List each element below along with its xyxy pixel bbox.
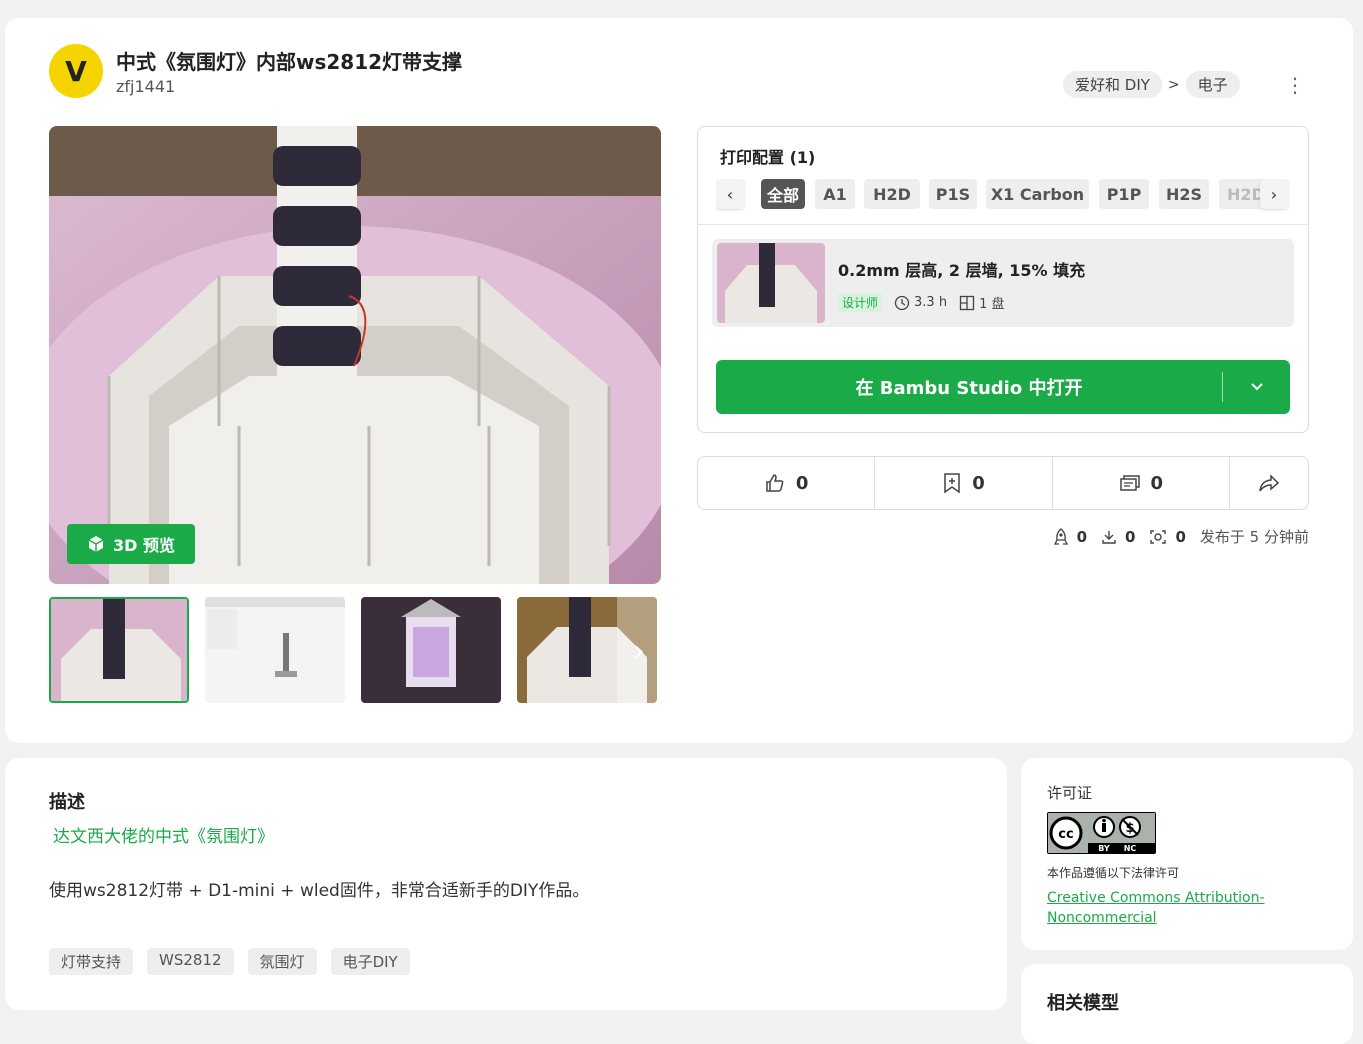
more-options-icon[interactable]: ⋮ xyxy=(1285,73,1305,97)
download-icon xyxy=(1102,530,1116,544)
plate-count-value: 1 盘 xyxy=(979,297,1005,312)
profile-thumbnail xyxy=(717,243,825,323)
description-source-link[interactable]: 达文西大佬的中式《氛围灯》 xyxy=(53,822,274,847)
profile-meta: 设计师 3.3 h 1 盘 xyxy=(838,293,1004,312)
comment-button[interactable]: 0 xyxy=(1053,457,1230,509)
cc-by-nc-badge: cc $ BY NC xyxy=(1047,812,1156,854)
3d-preview-button[interactable]: 3D 预览 xyxy=(67,524,195,564)
tag-item[interactable]: 灯带支持 xyxy=(49,948,134,975)
related-models-card: 相关模型 xyxy=(1021,964,1353,1044)
model-meta-line: 0 0 0 发布于 5 分钟前 xyxy=(1053,526,1309,547)
clock-icon xyxy=(894,295,910,310)
tag-list: 灯带支持 WS2812 氛围灯 电子DIY xyxy=(49,948,410,975)
open-button-label: 在 Bambu Studio 中打开 xyxy=(855,378,1083,399)
description-heading: 描述 xyxy=(49,792,85,813)
breadcrumb-separator: > xyxy=(1167,76,1180,93)
thumbnail-1[interactable] xyxy=(49,597,189,703)
svg-text:cc: cc xyxy=(1058,827,1073,842)
tag-item[interactable]: WS2812 xyxy=(147,948,234,975)
printer-filter: ‹ 全部 A1 H2D P1S X1 Carbon P1P H2S H2D › xyxy=(716,179,1296,211)
chevron-down-icon[interactable] xyxy=(1223,360,1290,414)
print-count: 0 xyxy=(1175,527,1186,546)
like-button[interactable]: 0 xyxy=(698,457,876,509)
like-count: 0 xyxy=(795,472,809,494)
engagement-bar: 0 0 0 xyxy=(697,456,1309,510)
divider xyxy=(698,224,1308,225)
license-link[interactable]: Creative Commons Attribution-Noncommerci… xyxy=(1047,888,1287,928)
license-note: 本作品遵循以下法律许可 xyxy=(1047,866,1180,880)
plate-count: 1 盘 xyxy=(959,293,1004,312)
tag-item[interactable]: 氛围灯 xyxy=(247,948,317,975)
print-config-panel: 打印配置 (1) ‹ 全部 A1 H2D P1S X1 Carbon P1P H… xyxy=(697,126,1309,433)
chevron-right-icon[interactable]: › xyxy=(1260,179,1288,209)
share-button[interactable] xyxy=(1230,457,1308,509)
license-card: 许可证 cc $ BY NC 本作品遵循以下法律许可 Creative Comm… xyxy=(1021,758,1353,950)
comment-count: 0 xyxy=(1150,472,1164,494)
description-body: 使用ws2812灯带 + D1-mini + wled固件，非常合适新手的DIY… xyxy=(49,881,590,901)
license-heading: 许可证 xyxy=(1047,784,1093,802)
profile-name: 0.2mm 层高, 2 层墙, 15% 填充 xyxy=(838,261,1086,280)
breadcrumb-category[interactable]: 爱好和 DIY xyxy=(1063,71,1162,98)
collect-count: 0 xyxy=(972,472,985,494)
model-header-card: V 中式《氛围灯》内部ws2812灯带支撑 zfj1441 爱好和 DIY > … xyxy=(5,18,1353,743)
print-count-icon xyxy=(1150,529,1167,544)
printer-chip-h2d[interactable]: H2D xyxy=(864,179,920,209)
published-time: 发布于 5 分钟前 xyxy=(1199,528,1309,546)
collect-button[interactable]: 0 xyxy=(875,457,1053,509)
print-time: 3.3 h xyxy=(894,295,947,311)
printer-chip-all[interactable]: 全部 xyxy=(761,179,805,209)
chevron-left-icon[interactable]: ‹ xyxy=(716,179,744,209)
related-models-heading: 相关模型 xyxy=(1047,993,1119,1014)
main-model-image[interactable]: 3D 预览 xyxy=(49,126,661,584)
printer-chip-p1s[interactable]: P1S xyxy=(929,179,977,209)
description-card: 描述 达文西大佬的中式《氛围灯》 使用ws2812灯带 + D1-mini + … xyxy=(5,758,1007,1010)
svg-text:BY: BY xyxy=(1098,844,1110,853)
printer-chip-x1-carbon[interactable]: X1 Carbon xyxy=(986,179,1089,209)
print-config-title: 打印配置 (1) xyxy=(720,148,816,167)
thumbs-up-icon xyxy=(766,474,784,492)
print-profile-card[interactable]: 0.2mm 层高, 2 层墙, 15% 填充 设计师 3.3 h 1 盘 xyxy=(712,239,1294,327)
3d-preview-label: 3D 预览 xyxy=(113,536,175,555)
tag-item[interactable]: 电子DIY xyxy=(330,948,410,975)
open-in-bambu-studio-button[interactable]: 在 Bambu Studio 中打开 xyxy=(716,360,1290,414)
bookmark-add-icon xyxy=(944,473,960,494)
designer-badge: 设计师 xyxy=(838,293,883,312)
download-count: 0 xyxy=(1125,527,1136,546)
printer-chip-p1p[interactable]: P1P xyxy=(1099,179,1149,209)
thumbnail-3[interactable] xyxy=(361,597,501,703)
thumbnail-next-icon[interactable]: › xyxy=(617,597,661,705)
plate-icon xyxy=(959,295,975,310)
svg-text:NC: NC xyxy=(1124,844,1137,853)
print-time-value: 3.3 h xyxy=(914,295,948,310)
printer-chip-a1[interactable]: A1 xyxy=(815,179,855,209)
model-title: 中式《氛围灯》内部ws2812灯带支撑 xyxy=(116,50,463,74)
printer-chip-h2s[interactable]: H2S xyxy=(1159,179,1209,209)
cube-icon xyxy=(88,536,104,552)
breadcrumb-subcategory[interactable]: 电子 xyxy=(1185,71,1240,98)
model-photo xyxy=(49,126,661,584)
thumbnail-2[interactable] xyxy=(205,597,345,703)
thumbnail-strip: › xyxy=(49,597,661,705)
breadcrumb: 爱好和 DIY > 电子 xyxy=(1063,71,1240,98)
boost-count: 0 xyxy=(1076,527,1088,546)
share-icon xyxy=(1259,474,1280,492)
author-name[interactable]: zfj1441 xyxy=(116,77,175,96)
boost-icon xyxy=(1053,527,1068,545)
comment-icon xyxy=(1119,475,1140,491)
author-avatar[interactable]: V xyxy=(49,44,103,98)
